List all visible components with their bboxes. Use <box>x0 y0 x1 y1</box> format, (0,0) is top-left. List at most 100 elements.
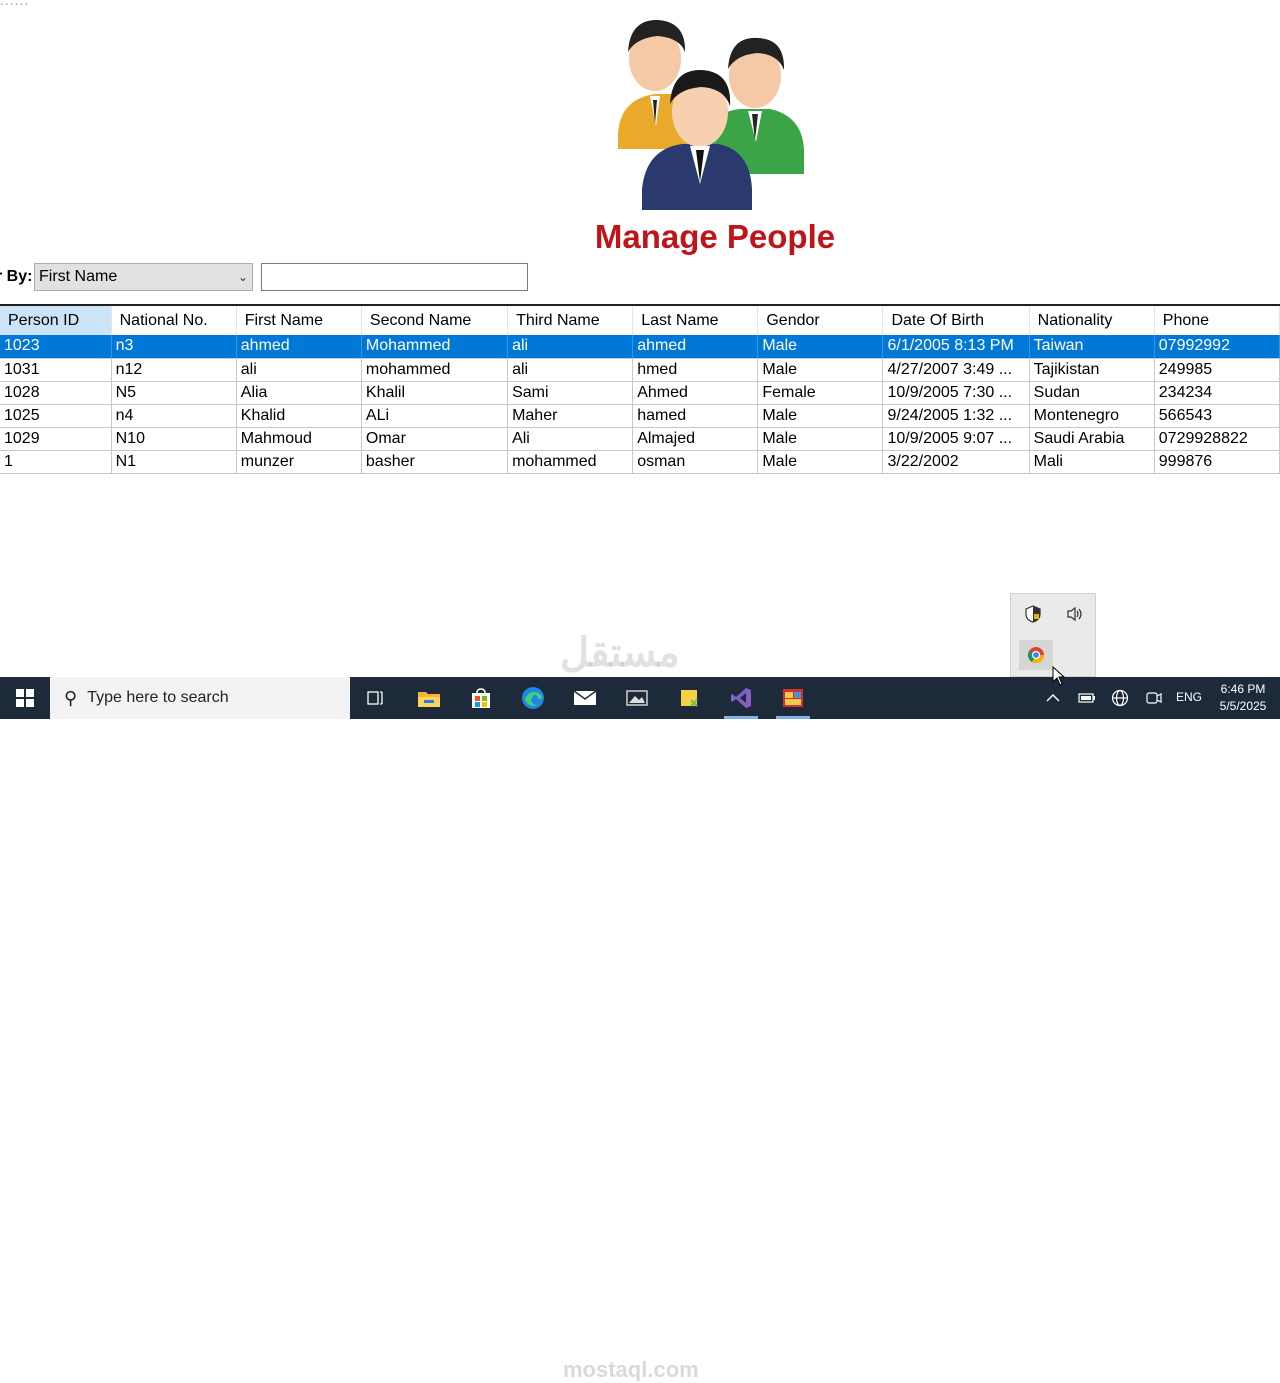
taskbar-search-box[interactable]: ⚲ Type here to search <box>50 677 350 719</box>
cell-first-name[interactable]: munzer <box>236 450 362 474</box>
cell-third-name[interactable]: Ali <box>507 427 634 451</box>
cell-national-no[interactable]: N5 <box>111 381 237 405</box>
cell-national-no[interactable]: N10 <box>111 427 237 451</box>
table-row[interactable]: 1 N1 munzer basher mohammed osman Male 3/22/200… <box>0 450 1280 474</box>
cell-gendor[interactable]: Male <box>757 404 884 428</box>
cell-nationality[interactable]: Taiwan <box>1029 335 1155 359</box>
column-header-national-no[interactable]: National No. <box>111 306 237 335</box>
cell-phone[interactable]: 0729928822 <box>1154 427 1280 451</box>
cell-national-no[interactable]: n12 <box>111 358 237 382</box>
network-globe-icon[interactable] <box>1106 677 1134 719</box>
table-row[interactable]: 1029 N10 Mahmoud Omar Ali Almajed Male 10/9/200… <box>0 427 1280 451</box>
cell-third-name[interactable]: mohammed <box>507 450 634 474</box>
cell-national-no[interactable]: n3 <box>111 335 237 359</box>
cell-date-of-birth[interactable]: 4/27/2007 3:49 ... <box>882 358 1030 382</box>
people-grid[interactable]: Person ID National No. First Name Second… <box>0 304 1280 474</box>
cell-gendor[interactable]: Male <box>757 358 884 382</box>
table-row[interactable]: 1028 N5 Alia Khalil Sami Ahmed Female 10/9/2005… <box>0 381 1280 405</box>
task-view-icon[interactable] <box>350 677 400 719</box>
cell-gendor[interactable]: Female <box>757 381 884 405</box>
cell-last-name[interactable]: hamed <box>632 404 759 428</box>
cell-person-id[interactable]: 1029 <box>0 427 112 451</box>
cell-last-name[interactable]: ahmed <box>632 335 759 359</box>
cell-nationality[interactable]: Sudan <box>1029 381 1155 405</box>
table-row[interactable]: 1025 n4 Khalid ALi Maher hamed Male 9/24/2005 1… <box>0 404 1280 428</box>
cell-second-name[interactable]: Khalil <box>361 381 509 405</box>
cell-first-name[interactable]: Mahmoud <box>236 427 362 451</box>
cell-last-name[interactable]: Ahmed <box>632 381 759 405</box>
cell-national-no[interactable]: n4 <box>111 404 237 428</box>
cell-nationality[interactable]: Mali <box>1029 450 1155 474</box>
column-header-third-name[interactable]: Third Name <box>507 306 634 335</box>
cell-first-name[interactable]: Khalid <box>236 404 362 428</box>
cell-third-name[interactable]: ali <box>507 358 634 382</box>
battery-icon[interactable] <box>1074 677 1100 719</box>
filter-by-dropdown[interactable]: First Name ⌄ <box>34 263 253 291</box>
table-row[interactable]: 1023 n3 ahmed Mohammed ali ahmed Male 6/1/2005 … <box>0 335 1280 359</box>
column-header-gendor[interactable]: Gendor <box>757 306 884 335</box>
cell-gendor[interactable]: Male <box>757 335 884 359</box>
chrome-icon[interactable] <box>1019 640 1053 670</box>
column-header-second-name[interactable]: Second Name <box>361 306 509 335</box>
cell-third-name[interactable]: Maher <box>507 404 634 428</box>
cell-gendor[interactable]: Male <box>757 427 884 451</box>
column-header-person-id[interactable]: Person ID <box>0 306 112 335</box>
store-icon[interactable] <box>456 677 506 719</box>
cell-date-of-birth[interactable]: 3/22/2002 <box>882 450 1030 474</box>
cell-second-name[interactable]: mohammed <box>361 358 509 382</box>
cell-date-of-birth[interactable]: 9/24/2005 1:32 ... <box>882 404 1030 428</box>
cell-third-name[interactable]: ali <box>507 335 634 359</box>
volume-icon[interactable] <box>1061 600 1089 628</box>
cell-last-name[interactable]: hmed <box>632 358 759 382</box>
cell-nationality[interactable]: Tajikistan <box>1029 358 1155 382</box>
cell-second-name[interactable]: ALi <box>361 404 509 428</box>
column-header-last-name[interactable]: Last Name <box>632 306 759 335</box>
sticky-icon[interactable] <box>664 677 714 719</box>
cell-first-name[interactable]: Alia <box>236 381 362 405</box>
column-header-phone[interactable]: Phone <box>1154 306 1280 335</box>
cell-phone[interactable]: 234234 <box>1154 381 1280 405</box>
cell-phone[interactable]: 999876 <box>1154 450 1280 474</box>
cell-first-name[interactable]: ahmed <box>236 335 362 359</box>
cell-third-name[interactable]: Sami <box>507 381 634 405</box>
cell-national-no[interactable]: N1 <box>111 450 237 474</box>
file-explorer-icon[interactable] <box>404 677 454 719</box>
cell-date-of-birth[interactable]: 10/9/2005 7:30 ... <box>882 381 1030 405</box>
cell-nationality[interactable]: Montenegro <box>1029 404 1155 428</box>
security-shield-icon[interactable] <box>1019 600 1047 628</box>
cell-date-of-birth[interactable]: 10/9/2005 9:07 ... <box>882 427 1030 451</box>
cell-phone[interactable]: 566543 <box>1154 404 1280 428</box>
cell-last-name[interactable]: Almajed <box>632 427 759 451</box>
mail-icon[interactable] <box>560 677 610 719</box>
cell-gendor[interactable]: Male <box>757 450 884 474</box>
photos-icon[interactable] <box>612 677 662 719</box>
clock-date: 5/5/2025 <box>1219 699 1267 713</box>
cell-person-id[interactable]: 1023 <box>0 335 112 359</box>
cell-phone[interactable]: 07992992 <box>1154 335 1280 359</box>
start-button[interactable] <box>0 677 50 719</box>
visual-studio-icon[interactable] <box>716 677 766 719</box>
table-row[interactable]: 1031 n12 ali mohammed ali hmed Male 4/27/2007 3… <box>0 358 1280 382</box>
filter-search-input[interactable] <box>261 263 528 291</box>
column-header-nationality[interactable]: Nationality <box>1029 306 1155 335</box>
edge-icon[interactable] <box>508 677 558 719</box>
column-header-first-name[interactable]: First Name <box>236 306 362 335</box>
cell-person-id[interactable]: 1025 <box>0 404 112 428</box>
cell-person-id[interactable]: 1 <box>0 450 112 474</box>
cell-nationality[interactable]: Saudi Arabia <box>1029 427 1155 451</box>
cell-person-id[interactable]: 1028 <box>0 381 112 405</box>
column-header-date-of-birth[interactable]: Date Of Birth <box>882 306 1030 335</box>
cell-date-of-birth[interactable]: 6/1/2005 8:13 PM <box>882 335 1030 359</box>
cell-phone[interactable]: 249985 <box>1154 358 1280 382</box>
language-indicator[interactable]: ENG <box>1176 690 1202 704</box>
winforms-app-icon[interactable] <box>768 677 818 719</box>
cell-second-name[interactable]: Omar <box>361 427 509 451</box>
taskbar-clock[interactable]: 6:46 PM 5/5/2025 <box>1210 681 1276 715</box>
cell-last-name[interactable]: osman <box>632 450 759 474</box>
cell-person-id[interactable]: 1031 <box>0 358 112 382</box>
cell-second-name[interactable]: Mohammed <box>361 335 509 359</box>
cell-second-name[interactable]: basher <box>361 450 509 474</box>
meet-now-icon[interactable] <box>1140 677 1168 719</box>
filter-by-label: r By: <box>0 268 33 285</box>
cell-first-name[interactable]: ali <box>236 358 362 382</box>
